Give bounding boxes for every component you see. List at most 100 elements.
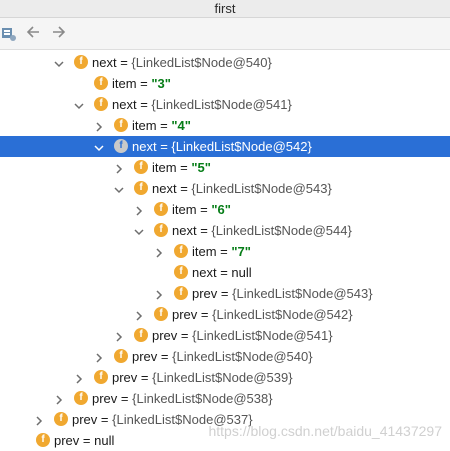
tree-row-prev[interactable]: f prev = {LinkedList$Node@541} [0,325,450,346]
chevron-right-icon[interactable] [154,288,164,300]
chevron-right-icon[interactable] [134,309,144,321]
debugger-icon[interactable] [2,25,16,41]
tree-row-item[interactable]: f item = "3" [0,73,450,94]
debugger-toolbar [0,18,450,50]
field-icon: f [174,244,188,258]
chevron-down-icon[interactable] [94,141,104,152]
field-icon: f [114,118,128,132]
back-arrow-icon[interactable] [26,25,40,41]
variable-value: "5" [191,160,211,175]
tree-row-next[interactable]: f next = {LinkedList$Node@542} [0,136,450,157]
chevron-down-icon[interactable] [54,57,64,68]
tree-row-item[interactable]: f item = "6" [0,199,450,220]
tree-row-label: next = {LinkedList$Node@542} [132,138,312,155]
field-icon: f [114,349,128,363]
equals-sign: = [216,265,232,280]
tree-row-item[interactable]: f item = "4" [0,115,450,136]
chevron-right-icon[interactable] [134,204,144,216]
field-icon: f [154,223,168,237]
tree-row-next[interactable]: f next = {LinkedList$Node@541} [0,94,450,115]
variable-value: null [231,265,252,280]
variable-value: {LinkedList$Node@539} [152,370,293,385]
chevron-right-icon[interactable] [94,351,104,363]
equals-sign: = [176,160,192,175]
field-icon: f [134,160,148,174]
variable-name: item [152,160,177,175]
tree-row-item[interactable]: f item = "5" [0,157,450,178]
equals-sign: = [137,370,153,385]
equals-sign: = [156,139,172,154]
variable-name: prev [152,328,178,343]
equals-sign: = [196,202,212,217]
variable-name: prev [172,307,198,322]
chevron-right-icon[interactable] [54,393,64,405]
tree-row-item[interactable]: f item = "7" [0,241,450,262]
variable-name: prev [192,286,218,301]
equals-sign: = [136,76,152,91]
tree-row-next[interactable]: f next = {LinkedList$Node@540} [0,52,450,73]
field-icon: f [134,328,148,342]
field-icon: f [74,55,88,69]
tree-row-label: next = {LinkedList$Node@543} [152,180,332,197]
variable-value: "4" [171,118,191,133]
variable-value: {LinkedList$Node@538} [132,391,273,406]
chevron-down-icon[interactable] [74,99,84,110]
tree-row-label: prev = {LinkedList$Node@542} [172,306,353,323]
variable-name: prev [72,412,98,427]
tree-row-next[interactable]: f next = null [0,262,450,283]
tree-row-label: next = null [192,264,252,281]
tree-row-label: prev = {LinkedList$Node@540} [132,348,313,365]
chevron-right-icon[interactable] [94,120,104,132]
tree-row-label: next = {LinkedList$Node@541} [112,96,292,113]
tree-row-label: prev = {LinkedList$Node@541} [152,327,333,344]
field-icon: f [174,265,188,279]
field-icon: f [94,370,108,384]
variable-name: item [132,118,157,133]
equals-sign: = [79,433,95,448]
variable-value: {LinkedList$Node@544} [211,223,352,238]
tree-row-label: item = "4" [132,117,191,134]
variable-name: item [112,76,137,91]
chevron-right-icon[interactable] [74,372,84,384]
variable-name: item [172,202,197,217]
tree-row-label: item = "5" [152,159,211,176]
variable-name: next [92,55,117,70]
variable-value: "7" [231,244,251,259]
tree-row-prev[interactable]: f prev = {LinkedList$Node@542} [0,304,450,325]
chevron-right-icon[interactable] [114,162,124,174]
chevron-right-icon[interactable] [114,330,124,342]
variable-name: next [112,97,137,112]
field-icon: f [94,76,108,90]
variable-value: {LinkedList$Node@542} [171,139,312,154]
field-icon: f [154,307,168,321]
variable-name: prev [54,433,80,448]
variable-name: prev [132,349,158,364]
field-icon: f [94,97,108,111]
chevron-down-icon[interactable] [134,225,144,236]
window-title: first [0,0,450,18]
field-icon: f [154,202,168,216]
equals-sign: = [117,391,133,406]
tree-row-prev[interactable]: f prev = {LinkedList$Node@540} [0,346,450,367]
chevron-down-icon[interactable] [114,183,124,194]
variable-name: next [132,139,157,154]
equals-sign: = [97,412,113,427]
tree-row-prev[interactable]: f prev = {LinkedList$Node@538} [0,388,450,409]
tree-row-label: next = {LinkedList$Node@540} [92,54,272,71]
tree-row-next[interactable]: f next = {LinkedList$Node@543} [0,178,450,199]
variable-value: {LinkedList$Node@541} [192,328,333,343]
chevron-right-icon[interactable] [154,246,164,258]
tree-row-label: item = "6" [172,201,231,218]
field-icon: f [174,286,188,300]
tree-row-next[interactable]: f next = {LinkedList$Node@544} [0,220,450,241]
variable-value: {LinkedList$Node@543} [191,181,332,196]
tree-row-prev[interactable]: f prev = {LinkedList$Node@543} [0,283,450,304]
variable-value: {LinkedList$Node@543} [232,286,373,301]
equals-sign: = [217,286,233,301]
forward-arrow-icon[interactable] [52,25,66,41]
tree-row-label: prev = null [54,432,114,449]
chevron-right-icon[interactable] [34,414,44,426]
tree-row-prev[interactable]: f prev = {LinkedList$Node@539} [0,367,450,388]
variable-value: null [94,433,115,448]
field-icon: f [114,139,128,153]
